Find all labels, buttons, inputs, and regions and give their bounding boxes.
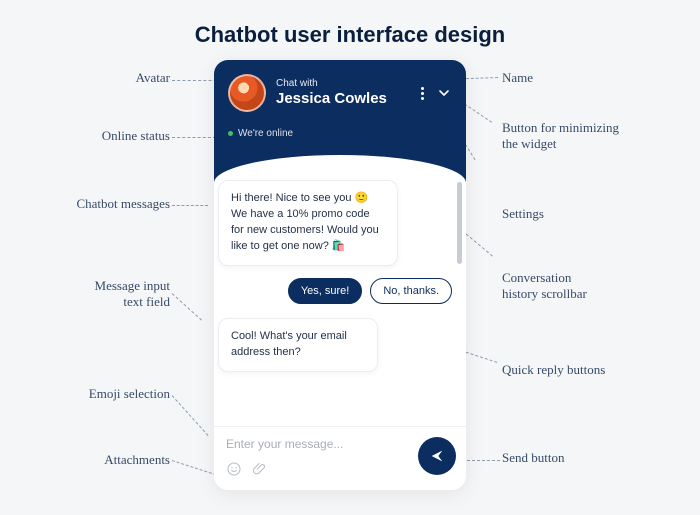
chat-header: Chat with Jessica Cowles We're online <box>214 60 466 182</box>
annotation-input: Message input text field <box>60 278 170 311</box>
attachment-icon[interactable] <box>252 461 268 482</box>
annotation-send: Send button <box>502 450 564 466</box>
online-status: We're online <box>228 128 293 139</box>
minimize-button[interactable] <box>436 85 452 101</box>
annotation-name: Name <box>502 70 533 86</box>
annotation-online: Online status <box>62 128 170 144</box>
emoji-icon[interactable] <box>226 461 242 482</box>
annotation-messages: Chatbot messages <box>40 196 170 212</box>
annotation-emoji: Emoji selection <box>52 386 170 402</box>
annotation-avatar: Avatar <box>90 70 170 86</box>
annotation-quick: Quick reply buttons <box>502 362 605 378</box>
bot-message: Hi there! Nice to see you 🙂 We have a 10… <box>218 180 398 266</box>
avatar <box>228 74 266 112</box>
bot-message: Cool! What's your email address then? <box>218 318 378 372</box>
send-button[interactable] <box>418 437 456 475</box>
annotation-attach: Attachments <box>62 452 170 468</box>
chat-body: Hi there! Nice to see you 🙂 We have a 10… <box>214 172 466 426</box>
header-name: Jessica Cowles <box>276 90 411 108</box>
page-title: Chatbot user interface design <box>0 22 700 48</box>
composer <box>214 426 466 490</box>
chat-widget: Chat with Jessica Cowles We're online Hi… <box>214 60 466 490</box>
quick-reply-yes[interactable]: Yes, sure! <box>288 278 363 304</box>
quick-reply-no[interactable]: No, thanks. <box>370 278 452 304</box>
annotation-minimize: Button for minimizing the widget <box>502 120 619 153</box>
quick-replies: Yes, sure! No, thanks. <box>224 278 452 304</box>
header-pretitle: Chat with <box>276 78 411 90</box>
scrollbar[interactable] <box>457 182 462 264</box>
annotation-settings: Settings <box>502 206 544 222</box>
settings-icon[interactable] <box>421 87 424 100</box>
annotation-scrollbar: Conversation history scrollbar <box>502 270 587 303</box>
